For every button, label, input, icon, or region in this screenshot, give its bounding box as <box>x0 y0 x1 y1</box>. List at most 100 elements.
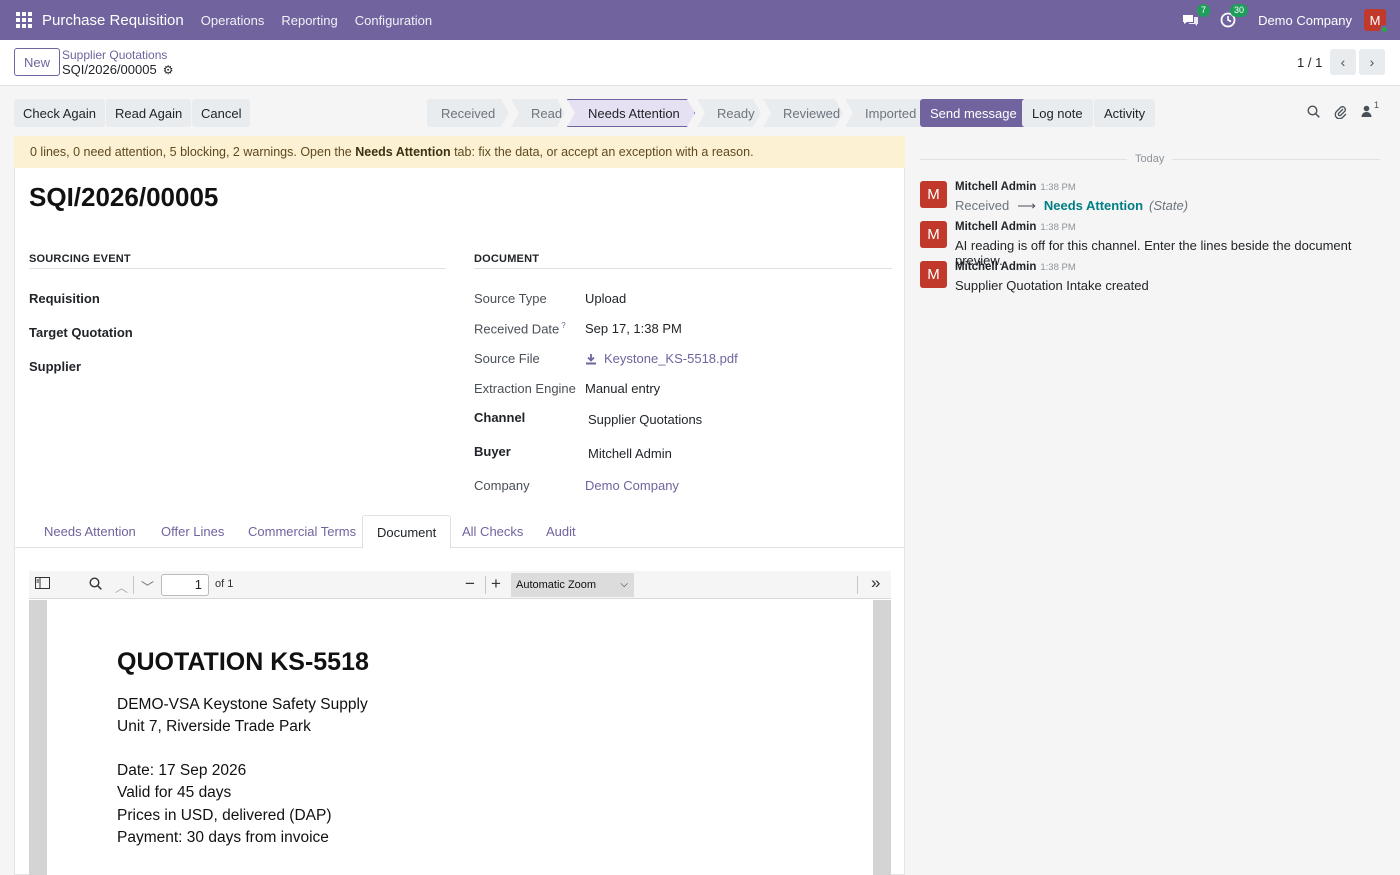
tab-all-checks[interactable]: All Checks <box>448 515 537 548</box>
menu-reporting[interactable]: Reporting <box>281 13 337 28</box>
document-divider <box>474 268 892 269</box>
tab-document[interactable]: Document <box>362 515 452 549</box>
company-label: Company <box>474 478 530 493</box>
received-date-value: Sep 17, 1:38 PM <box>585 321 682 336</box>
channel-field[interactable]: Supplier Quotations <box>588 412 702 427</box>
toolbar-separator <box>485 576 486 594</box>
author-avatar[interactable]: M <box>920 221 947 248</box>
author-name[interactable]: Mitchell Admin <box>955 221 1036 233</box>
page-number-input[interactable]: 1 <box>161 574 209 596</box>
new-button[interactable]: New <box>14 48 61 76</box>
stage-read[interactable]: Read <box>511 99 565 127</box>
download-icon <box>586 353 596 364</box>
company-link[interactable]: Demo Company <box>585 478 679 493</box>
activity-button[interactable]: Activity <box>1094 99 1156 127</box>
alert-bold: Needs Attention <box>355 145 451 159</box>
stage-received[interactable]: Received <box>427 99 509 127</box>
pager-next-button[interactable]: › <box>1359 49 1385 75</box>
sidebar-toggle-icon[interactable] <box>35 577 50 592</box>
source-file-label: Source File <box>474 351 540 366</box>
double-chevron-right-icon[interactable]: » <box>871 573 880 593</box>
menu-operations[interactable]: Operations <box>201 13 265 28</box>
author-name[interactable]: Mitchell Admin <box>955 261 1036 273</box>
tab-needs-attention[interactable]: Needs Attention <box>30 515 150 548</box>
buyer-field[interactable]: Mitchell Admin <box>588 446 672 461</box>
stage-reviewed[interactable]: Reviewed <box>763 99 843 127</box>
source-type-value: Upload <box>585 291 627 306</box>
pdf-line: Payment: 30 days from invoice <box>117 829 329 846</box>
message-author: Mitchell Admin 1:38 PM <box>955 261 1076 273</box>
author-avatar[interactable]: M <box>920 181 947 208</box>
validation-alert: 0 lines, 0 need attention, 5 blocking, 2… <box>14 136 905 168</box>
source-file-link[interactable]: Keystone_KS-5518.pdf <box>585 351 738 366</box>
pdf-line: Unit 7, Riverside Trade Park <box>117 718 311 735</box>
chevron-down-icon[interactable]: ﹀ <box>141 577 154 596</box>
activities-button[interactable]: 30 <box>1218 4 1249 30</box>
toolbar-separator <box>133 576 134 594</box>
menu-configuration[interactable]: Configuration <box>355 13 432 28</box>
stage-needs-attention[interactable]: Needs Attention <box>567 99 695 127</box>
person-icon <box>1361 105 1372 117</box>
gear-icon[interactable]: ⚙ <box>163 63 174 77</box>
pager-previous-button[interactable]: ‹ <box>1330 49 1356 75</box>
stage-imported[interactable]: Imported <box>845 99 929 127</box>
chat-bubbles-icon <box>1182 14 1198 26</box>
date-divider-left <box>920 159 1127 160</box>
search-icon[interactable] <box>89 577 102 593</box>
pdf-line: Prices in USD, delivered (DAP) <box>117 807 332 824</box>
control-panel: New Supplier Quotations SQI/2026/00005 ⚙… <box>0 40 1400 86</box>
user-avatar[interactable]: M <box>1364 9 1389 34</box>
pdf-page: QUOTATION KS-5518 DEMO-VSA Keystone Safe… <box>47 600 873 875</box>
zoom-select[interactable]: Automatic Zoom ⌵ <box>511 573 634 597</box>
breadcrumb-current: SQI/2026/00005 ⚙ <box>62 62 173 77</box>
document-group-title: Document <box>474 253 540 265</box>
pager-value[interactable]: 1 / 1 <box>1297 55 1322 70</box>
paperclip-icon[interactable] <box>1334 105 1347 122</box>
received-date-label: Received Date? <box>474 321 566 336</box>
status-bar: Received Read Needs Attention Ready Revi… <box>427 99 931 127</box>
pdf-viewer[interactable]: QUOTATION KS-5518 DEMO-VSA Keystone Safe… <box>29 600 891 875</box>
tracking-old-value: Received <box>955 198 1010 213</box>
followers-button[interactable]: 1 <box>1361 100 1379 117</box>
tab-audit[interactable]: Audit <box>532 515 590 548</box>
breadcrumb-parent[interactable]: Supplier Quotations <box>62 48 167 62</box>
log-note-button[interactable]: Log note <box>1022 99 1093 127</box>
target-quotation-label: Target Quotation <box>29 325 133 340</box>
sourcing-event-group-title: Sourcing Event <box>29 253 131 265</box>
sourcing-divider <box>29 268 446 269</box>
company-switcher[interactable]: Demo Company <box>1258 13 1352 28</box>
source-type-label: Source Type <box>474 291 547 306</box>
messages-count-badge: 7 <box>1197 4 1211 17</box>
activities-count-badge: 30 <box>1230 4 1249 17</box>
zoom-in-icon[interactable]: + <box>491 574 501 594</box>
zoom-out-icon[interactable]: − <box>465 574 475 594</box>
form-sheet: SQI/2026/00005 Sourcing Event Requisitio… <box>14 168 905 875</box>
source-file-name: Keystone_KS-5518.pdf <box>604 351 738 366</box>
search-icon[interactable] <box>1307 105 1320 121</box>
help-tooltip-icon[interactable]: ? <box>561 321 565 330</box>
message-author: Mitchell Admin 1:38 PM <box>955 221 1076 233</box>
tab-commercial-terms[interactable]: Commercial Terms <box>234 515 370 548</box>
received-date-label-text: Received Date <box>474 321 560 337</box>
messages-button[interactable]: 7 <box>1180 4 1211 30</box>
send-message-button[interactable]: Send message <box>920 99 1027 127</box>
read-again-button[interactable]: Read Again <box>106 99 192 127</box>
app-name[interactable]: Purchase Requisition <box>42 12 184 29</box>
toolbar-separator <box>857 576 858 594</box>
check-again-button[interactable]: Check Again <box>14 99 105 127</box>
tab-offer-lines[interactable]: Offer Lines <box>147 515 238 548</box>
chevron-up-icon[interactable]: ︿ <box>115 577 128 596</box>
chevron-left-icon: ‹ <box>1340 54 1346 70</box>
author-name[interactable]: Mitchell Admin <box>955 181 1036 193</box>
message-body: Supplier Quotation Intake created <box>955 278 1149 293</box>
cancel-button[interactable]: Cancel <box>192 99 251 127</box>
author-avatar[interactable]: M <box>920 261 947 288</box>
pdf-line: Date: 17 Sep 2026 <box>117 762 247 779</box>
stage-ready[interactable]: Ready <box>697 99 761 127</box>
arrow-right-icon: ⟶ <box>1017 198 1036 213</box>
tracking-new-value: Needs Attention <box>1043 198 1144 213</box>
apps-grid-icon[interactable] <box>16 12 32 28</box>
pdf-toolbar: ︿ ﹀ 1 of 1 − + Automatic Zoom ⌵ » <box>29 571 891 599</box>
buyer-label: Buyer <box>474 444 511 459</box>
user-initial: M <box>1369 12 1381 28</box>
